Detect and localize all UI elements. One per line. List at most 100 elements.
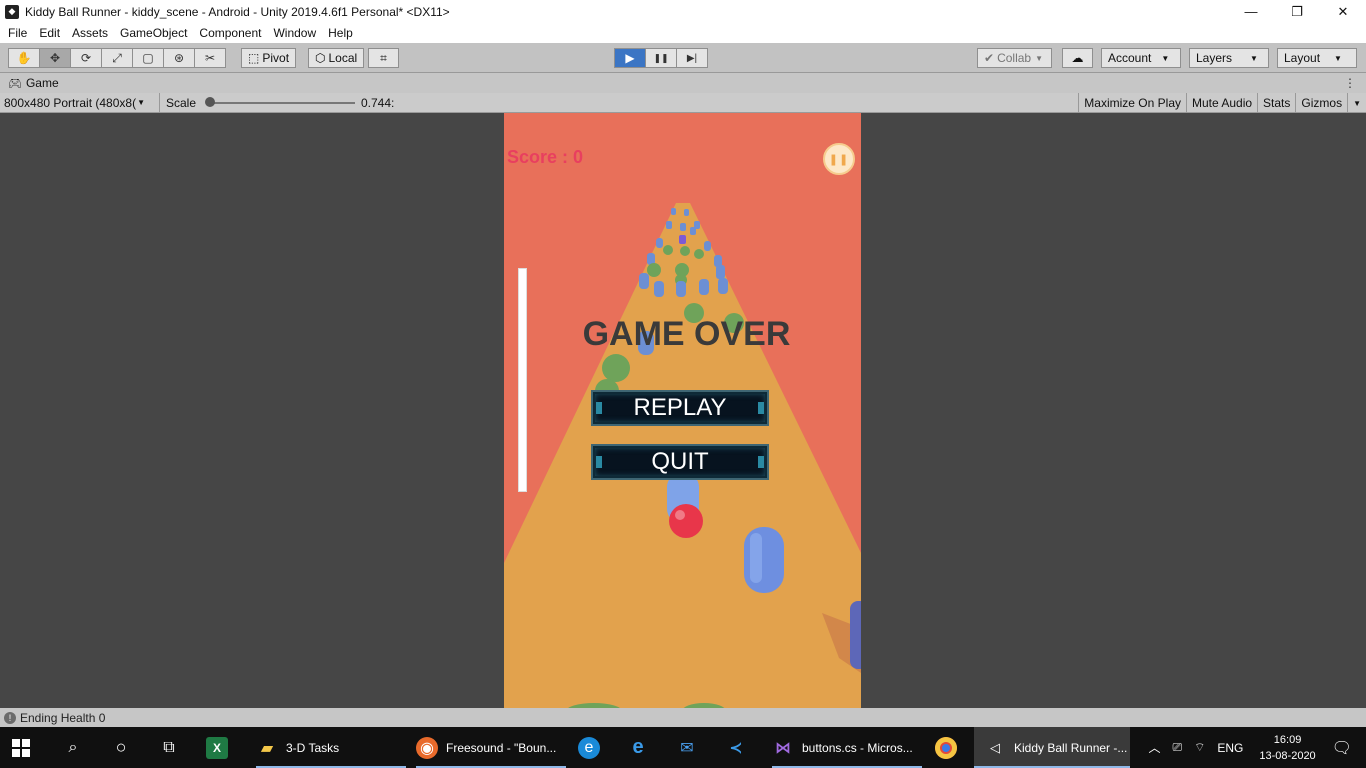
snap-icon: ⌗ — [380, 50, 387, 65]
menu-file[interactable]: File — [4, 26, 35, 40]
hand-tool-icon[interactable]: ✋ — [8, 48, 40, 68]
explorer-taskbar-button[interactable]: ▰ 3-D Tasks — [256, 727, 406, 768]
quit-button[interactable]: QUIT — [591, 444, 769, 480]
title-bar: ◆ Kiddy Ball Runner - kiddy_scene - Andr… — [0, 0, 1366, 23]
ball-highlight — [675, 510, 685, 520]
chevron-down-icon: ▼ — [1250, 53, 1258, 63]
stats-toggle[interactable]: Stats — [1257, 93, 1295, 113]
chevron-down-icon: ▼ — [1161, 53, 1170, 63]
chrome-taskbar-button[interactable] — [935, 727, 957, 768]
start-button[interactable] — [12, 727, 30, 768]
ie-taskbar-button[interactable]: e — [627, 727, 649, 768]
local-toggle[interactable]: ⬡ Local — [308, 48, 365, 68]
windows-taskbar: ⌕ ○ ⧉ X ▰ 3-D Tasks ◉ Freesound - "Boun.… — [0, 727, 1366, 768]
maximize-on-play-toggle[interactable]: Maximize On Play — [1078, 93, 1186, 113]
tab-game[interactable]: Game — [26, 76, 59, 90]
scale-slider-track[interactable] — [210, 102, 355, 104]
game-controller-icon: 🎮︎ — [8, 77, 22, 90]
menu-edit[interactable]: Edit — [35, 26, 68, 40]
edge-taskbar-button[interactable]: e — [578, 727, 600, 768]
taskbar-label: 3-D Tasks — [286, 740, 340, 755]
menu-assets[interactable]: Assets — [68, 26, 116, 40]
account-dropdown[interactable]: Account ▼ — [1101, 48, 1181, 68]
clock[interactable]: 16:09 13-08-2020 — [1259, 732, 1315, 764]
replay-button[interactable]: REPLAY — [591, 390, 769, 426]
search-icon: ⌕ — [68, 738, 78, 756]
console-message[interactable]: Ending Health 0 — [20, 711, 105, 725]
excel-icon: X — [206, 736, 228, 759]
layers-label: Layers — [1196, 51, 1233, 65]
taskbar-label: Kiddy Ball Runner -... — [1014, 740, 1128, 755]
chevron-down-icon: ▼ — [1035, 53, 1044, 63]
unity-logo-icon: ◆ — [5, 4, 19, 19]
menu-help[interactable]: Help — [324, 26, 361, 40]
unity-icon: ◁ — [990, 739, 1000, 755]
rotate-tool-icon[interactable]: ⟳ — [70, 48, 102, 68]
play-icon[interactable]: ▶ — [614, 48, 646, 68]
menu-gameobject[interactable]: GameObject — [116, 26, 195, 40]
move-tool-icon[interactable]: ✥ — [39, 48, 71, 68]
step-icon[interactable]: ▶| — [676, 48, 708, 68]
layout-dropdown[interactable]: Layout ▼ — [1277, 48, 1357, 68]
mail-taskbar-button[interactable]: ✉ — [676, 727, 698, 768]
cloud-button[interactable]: ☁ — [1062, 48, 1093, 68]
chrome-icon — [935, 736, 957, 759]
layout-label: Layout — [1284, 51, 1321, 65]
visual-studio-taskbar-button[interactable]: ⋈ buttons.cs - Micros... — [772, 727, 922, 768]
game-tab-bar: 🎮︎ Game ⋮ — [0, 73, 1366, 93]
game-over-title: GAME OVER — [582, 315, 791, 353]
language-indicator[interactable]: ENG — [1217, 741, 1243, 755]
search-button[interactable]: ⌕ — [62, 727, 84, 768]
rect-tool-icon[interactable]: ▢ — [132, 48, 164, 68]
player-ball — [669, 504, 703, 538]
wifi-icon[interactable]: ⌔ — [1194, 740, 1205, 755]
restore-button[interactable]: ❐ — [1274, 0, 1320, 23]
gizmos-toggle[interactable]: Gizmos — [1295, 93, 1347, 113]
internet-explorer-icon: e — [632, 736, 644, 758]
scale-tool-icon[interactable]: ⤢ — [101, 48, 133, 68]
menu-component[interactable]: Component — [195, 26, 269, 40]
menu-bar: File Edit Assets GameObject Component Wi… — [0, 23, 1366, 43]
pivot-label: Pivot — [262, 51, 290, 65]
cloud-icon: ☁ — [1071, 51, 1084, 65]
clock-date: 13-08-2020 — [1259, 749, 1316, 762]
menu-window[interactable]: Window — [269, 26, 324, 40]
unity-taskbar-button[interactable]: ◁ Kiddy Ball Runner -... — [974, 727, 1130, 768]
scale-slider-thumb[interactable] — [205, 97, 215, 107]
collab-dropdown[interactable]: ✔ Collab ▼ — [977, 48, 1052, 68]
transform-tool-icon[interactable]: ⊛ — [163, 48, 195, 68]
vscode-icon: ≺ — [729, 739, 743, 757]
chevron-up-icon[interactable]: ︿ — [1148, 739, 1160, 756]
main-toolbar: ✋ ✥ ⟳ ⤢ ▢ ⊛ ✂ ⬚ Pivot ⬡ Local ⌗ ▶ ❚❚ ▶| … — [0, 43, 1366, 73]
cortana-button[interactable]: ○ — [110, 727, 132, 768]
resolution-dropdown[interactable]: 800x480 Portrait (480x8( ▼ — [0, 92, 160, 113]
minimize-button[interactable]: — — [1228, 0, 1274, 23]
firefox-taskbar-button[interactable]: ◉ Freesound - "Boun... — [416, 727, 566, 768]
firefox-icon: ◉ — [416, 736, 438, 759]
pivot-toggle[interactable]: ⬚ Pivot — [241, 48, 297, 68]
gizmos-dropdown-icon[interactable]: ▼ — [1347, 93, 1366, 113]
check-icon: ✔ — [984, 51, 995, 65]
game-viewport: Score : 0 ❚❚ GAME OVER REPLAY QUIT — [504, 113, 861, 708]
info-icon: ! — [4, 711, 16, 724]
pause-button-icon[interactable]: ❚❚ — [823, 143, 855, 175]
vscode-taskbar-button[interactable]: ≺ — [725, 727, 747, 768]
status-bar: ! Ending Health 0 — [0, 708, 1366, 727]
visual-studio-icon: ⋈ — [775, 739, 791, 757]
task-view-button[interactable]: ⧉ — [158, 727, 180, 768]
tab-menu-icon[interactable]: ⋮ — [1344, 76, 1356, 90]
snap-toggle[interactable]: ⌗ — [368, 48, 399, 68]
window-title: Kiddy Ball Runner - kiddy_scene - Androi… — [25, 4, 450, 19]
network-icon[interactable]: ⎚ — [1173, 740, 1183, 755]
pivot-icon: ⬚ — [248, 51, 260, 65]
excel-taskbar-button[interactable]: X — [206, 727, 228, 768]
chevron-down-icon: ▼ — [1334, 53, 1342, 63]
layers-dropdown[interactable]: Layers ▼ — [1189, 48, 1269, 68]
mute-audio-toggle[interactable]: Mute Audio — [1186, 93, 1257, 113]
close-button[interactable]: ✕ — [1320, 0, 1366, 23]
custom-tool-icon[interactable]: ✂ — [194, 48, 226, 68]
pause-icon[interactable]: ❚❚ — [645, 48, 677, 68]
score-text: Score : 0 — [507, 147, 584, 167]
local-icon: ⬡ — [315, 51, 326, 65]
notification-icon[interactable]: 🗨︎ — [1332, 738, 1352, 758]
